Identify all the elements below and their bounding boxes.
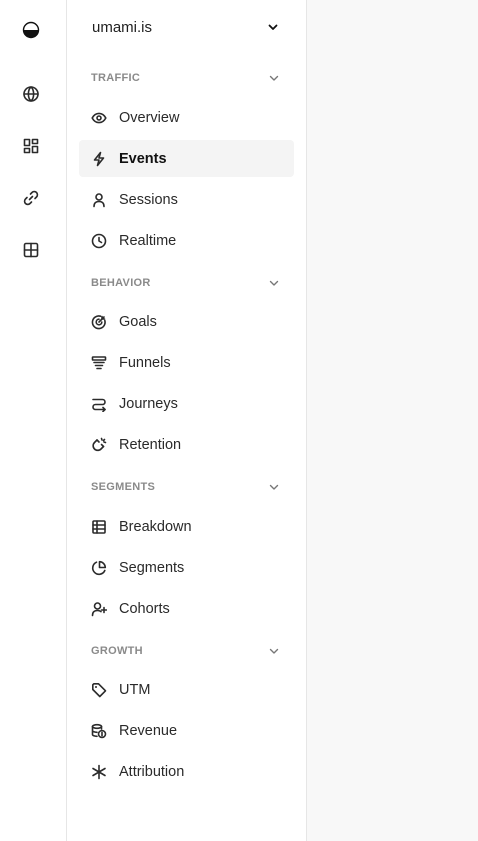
chevron-down-icon bbox=[268, 72, 280, 84]
globe-icon[interactable] bbox=[20, 83, 42, 105]
nav-item-funnels[interactable]: Funnels bbox=[79, 344, 294, 381]
link-icon[interactable] bbox=[20, 187, 42, 209]
network-icon bbox=[91, 764, 107, 780]
route-icon bbox=[91, 396, 107, 412]
nav-label: Goals bbox=[119, 313, 157, 330]
section-label: SEGMENTS bbox=[91, 481, 156, 493]
table-icon[interactable] bbox=[20, 239, 42, 261]
chevron-down-icon bbox=[268, 481, 280, 493]
nav-item-overview[interactable]: Overview bbox=[79, 99, 294, 136]
nav-label: Events bbox=[119, 150, 167, 167]
funnel-icon bbox=[91, 355, 107, 371]
section-behavior-header[interactable]: BEHAVIOR bbox=[79, 272, 294, 294]
chevron-down-icon bbox=[268, 277, 280, 289]
magnet-icon bbox=[91, 437, 107, 453]
section-segments-header[interactable]: SEGMENTS bbox=[79, 476, 294, 498]
nav-item-sessions[interactable]: Sessions bbox=[79, 181, 294, 218]
nav-item-goals[interactable]: Goals bbox=[79, 303, 294, 340]
sheet-icon bbox=[91, 519, 107, 535]
coins-icon bbox=[91, 723, 107, 739]
nav-label: Overview bbox=[119, 109, 180, 126]
target-icon bbox=[91, 314, 107, 330]
nav-label: Funnels bbox=[119, 354, 171, 371]
website-name: umami.is bbox=[92, 18, 153, 36]
nav-item-attribution[interactable]: Attribution bbox=[79, 753, 294, 790]
section-traffic-header[interactable]: TRAFFIC bbox=[79, 67, 294, 89]
clock-icon bbox=[91, 233, 107, 249]
nav-label: Segments bbox=[119, 559, 185, 576]
nav-item-cohorts[interactable]: Cohorts bbox=[79, 590, 294, 627]
nav-label: Retention bbox=[119, 436, 182, 453]
section-label: TRAFFIC bbox=[91, 72, 141, 84]
nav-label: Sessions bbox=[119, 191, 178, 208]
nav-label: Revenue bbox=[119, 722, 178, 739]
nav-label: Breakdown bbox=[119, 518, 192, 535]
nav-label: Attribution bbox=[119, 763, 185, 780]
section-label: BEHAVIOR bbox=[91, 277, 151, 289]
pie-chart-icon bbox=[91, 560, 107, 576]
nav-item-realtime[interactable]: Realtime bbox=[79, 222, 294, 259]
nav-item-breakdown[interactable]: Breakdown bbox=[79, 508, 294, 545]
lightning-icon bbox=[91, 151, 107, 167]
nav-label: Realtime bbox=[119, 232, 177, 249]
nav-label: UTM bbox=[119, 681, 151, 698]
nav-item-segments[interactable]: Segments bbox=[79, 549, 294, 586]
logo-icon[interactable] bbox=[20, 19, 42, 41]
nav-item-utm[interactable]: UTM bbox=[79, 671, 294, 708]
chevron-down-icon bbox=[268, 645, 280, 657]
section-growth-header[interactable]: GROWTH bbox=[79, 640, 294, 662]
nav-label: Cohorts bbox=[119, 600, 170, 617]
nav-item-retention[interactable]: Retention bbox=[79, 426, 294, 463]
website-select[interactable]: umami.is bbox=[79, 8, 294, 46]
grid-icon[interactable] bbox=[20, 135, 42, 157]
nav-item-events[interactable]: Events bbox=[79, 140, 294, 177]
icon-rail bbox=[0, 0, 67, 841]
nav-item-revenue[interactable]: Revenue bbox=[79, 712, 294, 749]
tag-icon bbox=[91, 682, 107, 698]
user-icon bbox=[91, 192, 107, 208]
user-plus-icon bbox=[91, 601, 107, 617]
nav-item-journeys[interactable]: Journeys bbox=[79, 385, 294, 422]
main-content bbox=[307, 0, 478, 841]
nav-label: Journeys bbox=[119, 395, 178, 412]
chevron-down-icon bbox=[266, 20, 280, 34]
eye-icon bbox=[91, 110, 107, 126]
section-label: GROWTH bbox=[91, 645, 143, 657]
sidebar: umami.is TRAFFIC Overview Events Session… bbox=[67, 0, 307, 841]
